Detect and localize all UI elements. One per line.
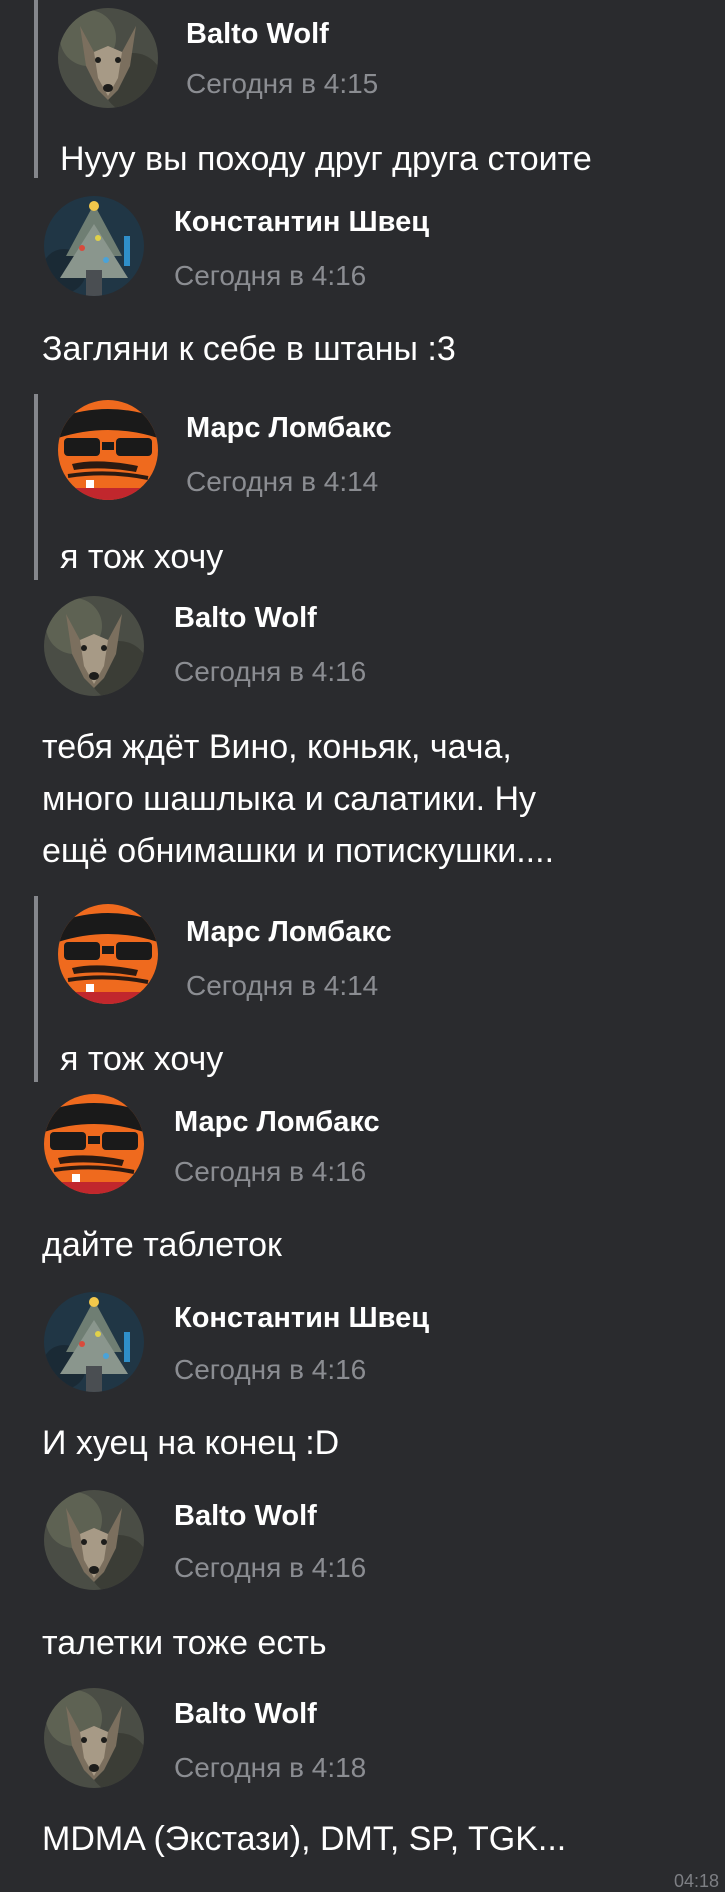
quote-bar <box>34 394 38 580</box>
message-time: Сегодня в 4:18 <box>174 1752 367 1783</box>
wolf-avatar[interactable] <box>58 8 158 108</box>
author-name[interactable]: Марс Ломбакс <box>174 1106 380 1139</box>
author-name[interactable]: Balto Wolf <box>186 18 329 51</box>
corner-time: 04:18 <box>673 1871 719 1891</box>
author-name[interactable]: Марс Ломбакс <box>186 412 392 445</box>
message-text: И хуец на конец :D <box>42 1424 340 1462</box>
message-text: я тож хочу <box>60 538 224 576</box>
message-text: талетки тоже есть <box>42 1624 327 1662</box>
message-text: Загляни к себе в штаны :3 <box>42 330 456 368</box>
christmas-tree-avatar[interactable] <box>44 196 144 296</box>
christmas-tree-avatar[interactable] <box>44 1292 144 1392</box>
author-name[interactable]: Марс Ломбакс <box>186 916 392 949</box>
message-text: дайте таблеток <box>42 1226 282 1264</box>
message-text-line: много шашлыка и салатики. Ну <box>42 780 537 818</box>
message-time: Сегодня в 4:16 <box>174 1552 367 1583</box>
quote-bar <box>34 896 38 1082</box>
author-name[interactable]: Константин Швец <box>174 206 429 239</box>
author-name[interactable]: Константин Швец <box>174 1302 429 1335</box>
wolf-avatar[interactable] <box>44 1490 144 1590</box>
masked-lombax-avatar[interactable] <box>58 904 158 1004</box>
message-time: Сегодня в 4:16 <box>174 260 367 291</box>
message-time: Сегодня в 4:16 <box>174 656 367 687</box>
quote-bar <box>34 0 38 178</box>
author-name[interactable]: Balto Wolf <box>174 1698 317 1731</box>
message-time: Сегодня в 4:15 <box>186 68 379 99</box>
masked-lombax-avatar[interactable] <box>44 1094 144 1194</box>
message-text: Нууу вы походу друг друга стоите <box>60 140 592 178</box>
author-name[interactable]: Balto Wolf <box>174 602 317 635</box>
message-text-line: ещё обнимашки и потискушки.... <box>42 832 555 870</box>
masked-lombax-avatar[interactable] <box>58 400 158 500</box>
wolf-avatar[interactable] <box>44 596 144 696</box>
message-time: Сегодня в 4:16 <box>174 1354 367 1385</box>
message-time: Сегодня в 4:14 <box>186 970 379 1001</box>
message-text-line: тебя ждёт Вино, коньяк, чача, <box>42 728 512 766</box>
message-text: MDMA (Экстази), DMT, SP, TGK... <box>42 1820 567 1858</box>
message-time: Сегодня в 4:16 <box>174 1156 367 1187</box>
message-text: я тож хочу <box>60 1040 224 1078</box>
author-name[interactable]: Balto Wolf <box>174 1500 317 1533</box>
wolf-avatar[interactable] <box>44 1688 144 1788</box>
message-time: Сегодня в 4:14 <box>186 466 379 497</box>
